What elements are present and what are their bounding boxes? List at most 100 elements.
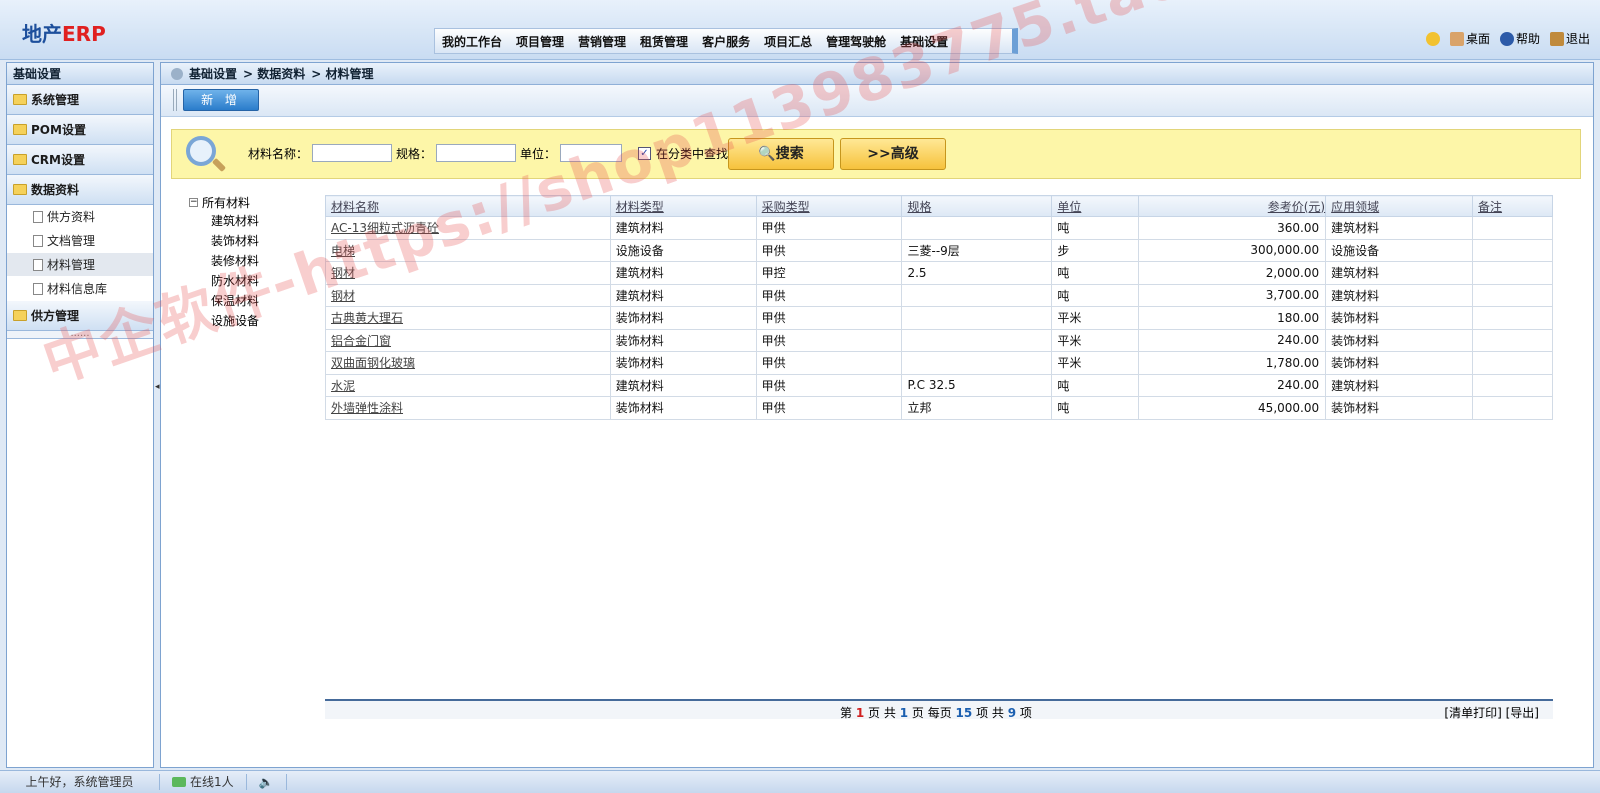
table-cell bbox=[1472, 328, 1553, 352]
search-bar: 材料名称： 规格： 单位： ✓ 在分类中查找 🔍搜索 >>高级 bbox=[171, 129, 1581, 179]
breadcrumb: 基础设置 > 数据资料 > 材料管理 bbox=[161, 63, 1593, 85]
logo-main: 地产 bbox=[22, 22, 62, 46]
desktop-label: 桌面 bbox=[1465, 32, 1490, 46]
column-header[interactable]: 单位 bbox=[1051, 195, 1140, 217]
pager-text: 页 每页 bbox=[911, 706, 952, 720]
sidebar-group-supplier-mgmt[interactable]: 供方管理 bbox=[7, 301, 153, 331]
search-icon: 🔍 bbox=[758, 146, 776, 162]
folder-icon bbox=[13, 94, 27, 105]
column-header[interactable]: 规格 bbox=[901, 195, 1053, 217]
nav-cockpit[interactable]: 管理驾驶舱 bbox=[819, 33, 893, 50]
material-name-link[interactable]: 外墙弹性涂料 bbox=[325, 396, 611, 420]
advanced-search-button[interactable]: >>高级 bbox=[840, 138, 946, 170]
sidebar-group-system[interactable]: 系统管理 bbox=[7, 85, 153, 115]
table-row[interactable]: 电梯 设施设备 甲供 三菱--9层步 300,000.00 设施设备 bbox=[325, 238, 1553, 262]
sidebar-group-data[interactable]: 数据资料 bbox=[7, 175, 153, 205]
table-cell: 甲供 bbox=[755, 306, 903, 330]
collapse-icon[interactable]: − bbox=[189, 197, 198, 207]
search-button[interactable]: 🔍搜索 bbox=[728, 138, 834, 170]
column-header[interactable]: 应用领域 bbox=[1325, 195, 1473, 217]
tree-node[interactable]: 保温材料 bbox=[189, 291, 259, 311]
help-button[interactable]: 帮助 bbox=[1499, 30, 1540, 47]
document-icon bbox=[33, 258, 43, 271]
tree-root[interactable]: − 所有材料 bbox=[189, 193, 259, 211]
material-name-link[interactable]: AC-13细粒式沥青砼 bbox=[325, 216, 611, 240]
sidebar-collapse-arrow[interactable]: ◂ bbox=[155, 382, 160, 422]
material-name-link[interactable]: 古典黄大理石 bbox=[325, 306, 611, 330]
pagination-info: 第 1 页 共 1 页 每页 15 项 共 9 项 bbox=[840, 704, 1032, 721]
nav-sales[interactable]: 营销管理 bbox=[571, 33, 633, 50]
table-row[interactable]: 外墙弹性涂料 装饰材料 甲供 立邦吨 45,000.00 装饰材料 bbox=[325, 396, 1553, 420]
sidebar-group-pom[interactable]: POM设置 bbox=[7, 115, 153, 145]
table-row[interactable]: 水泥 建筑材料 甲供 P.C 32.5 吨 240.00 建筑材料 bbox=[325, 373, 1553, 397]
material-name-input[interactable] bbox=[312, 144, 392, 162]
column-header[interactable]: 材料名称 bbox=[325, 195, 611, 217]
table-row[interactable]: 钢材 建筑材料 甲供吨 3,700.00 建筑材料 bbox=[325, 283, 1553, 307]
material-name-label: 材料名称： bbox=[248, 147, 309, 161]
table-cell bbox=[901, 216, 1053, 240]
tree-node[interactable]: 装修材料 bbox=[189, 251, 259, 271]
star-icon bbox=[1425, 31, 1440, 46]
sidebar-item-label: 材料管理 bbox=[47, 257, 96, 272]
material-name-link[interactable]: 电梯 bbox=[325, 238, 611, 262]
table-row[interactable]: 钢材 建筑材料 甲控 2.5 吨 2,000.00 建筑材料 bbox=[325, 261, 1553, 285]
material-name-link[interactable]: 钢材 bbox=[325, 261, 611, 285]
toolbar-grip bbox=[173, 89, 177, 111]
sound-toggle[interactable]: 🔈 bbox=[247, 774, 287, 790]
table-row[interactable]: 古典黄大理石 装饰材料 甲供 平米 180.00 装饰材料 bbox=[325, 306, 1553, 330]
new-button[interactable]: 新 增 bbox=[183, 89, 259, 111]
material-name-link[interactable]: 钢材 bbox=[325, 283, 611, 307]
column-header[interactable]: 参考价(元) bbox=[1138, 195, 1327, 217]
tree-node[interactable]: 防水材料 bbox=[189, 271, 259, 291]
spec-input[interactable] bbox=[436, 144, 516, 162]
desktop-button[interactable]: 桌面 bbox=[1449, 30, 1490, 47]
table-cell: 设施设备 bbox=[1325, 238, 1473, 262]
tree-node[interactable]: 建筑材料 bbox=[189, 211, 259, 231]
material-name-link[interactable]: 水泥 bbox=[325, 373, 611, 397]
column-header[interactable]: 采购类型 bbox=[755, 195, 903, 217]
breadcrumb-item[interactable]: 基础设置 bbox=[189, 63, 237, 85]
sidebar-resize-handle[interactable]: ...... bbox=[7, 329, 153, 339]
nav-project-summary[interactable]: 项目汇总 bbox=[757, 33, 819, 50]
table-cell: 甲供 bbox=[755, 396, 903, 420]
nav-customer-service[interactable]: 客户服务 bbox=[695, 33, 757, 50]
unit-input[interactable] bbox=[560, 144, 622, 162]
search-in-category-checkbox[interactable]: ✓ bbox=[638, 147, 651, 160]
exit-button[interactable]: 退出 bbox=[1549, 30, 1590, 47]
sidebar-item-materials[interactable]: 材料管理 bbox=[7, 253, 153, 277]
table-cell: 240.00 bbox=[1138, 373, 1327, 397]
nav-basic-settings[interactable]: 基础设置 bbox=[893, 33, 955, 50]
help-label: 帮助 bbox=[1515, 32, 1540, 46]
sidebar-group-label: 数据资料 bbox=[31, 182, 80, 197]
column-header[interactable]: 材料类型 bbox=[609, 195, 757, 217]
export-link[interactable]: [导出] bbox=[1506, 706, 1539, 720]
sidebar-item-documents[interactable]: 文档管理 bbox=[7, 229, 153, 253]
table-row[interactable]: AC-13细粒式沥青砼 建筑材料 甲供吨 360.00 建筑材料 bbox=[325, 216, 1553, 240]
favorite-button[interactable] bbox=[1425, 31, 1440, 46]
table-row[interactable]: 双曲面钢化玻璃 装饰材料 甲供 平米 1,780.00 装饰材料 bbox=[325, 351, 1553, 375]
sidebar-item-material-library[interactable]: 材料信息库 bbox=[7, 277, 153, 301]
tree-node[interactable]: 装饰材料 bbox=[189, 231, 259, 251]
material-name-link[interactable]: 铝合金门窗 bbox=[325, 328, 611, 352]
print-list-link[interactable]: [清单打印] bbox=[1444, 706, 1501, 720]
table-cell: 甲供 bbox=[755, 328, 903, 352]
online-users[interactable]: 在线1人 bbox=[160, 774, 247, 790]
nav-lease[interactable]: 租赁管理 bbox=[633, 33, 695, 50]
nav-workbench[interactable]: 我的工作台 bbox=[435, 33, 509, 50]
sidebar-group-crm[interactable]: CRM设置 bbox=[7, 145, 153, 175]
sidebar-group-label: CRM设置 bbox=[31, 152, 85, 167]
table-row[interactable]: 铝合金门窗 装饰材料 甲供 平米 240.00 装饰材料 bbox=[325, 328, 1553, 352]
chat-icon bbox=[172, 777, 186, 787]
app-logo: 地产ERP bbox=[22, 18, 106, 47]
table-cell: 装饰材料 bbox=[609, 306, 757, 330]
column-header[interactable]: 备注 bbox=[1472, 195, 1553, 217]
material-name-link[interactable]: 双曲面钢化玻璃 bbox=[325, 351, 611, 375]
table-cell: 180.00 bbox=[1138, 306, 1327, 330]
logo-accent: ERP bbox=[62, 22, 106, 46]
nav-project[interactable]: 项目管理 bbox=[509, 33, 571, 50]
breadcrumb-item[interactable]: > 数据资料 bbox=[243, 63, 305, 85]
tree-node[interactable]: 设施设备 bbox=[189, 311, 259, 331]
table-cell: 甲供 bbox=[755, 216, 903, 240]
sidebar-item-suppliers[interactable]: 供方资料 bbox=[7, 205, 153, 229]
pager-text: 项 共 bbox=[976, 706, 1004, 720]
